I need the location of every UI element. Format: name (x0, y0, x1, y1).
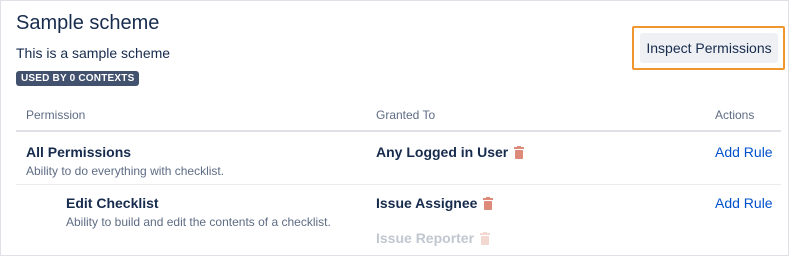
scheme-description: This is a sample scheme (16, 45, 171, 61)
add-rule-link[interactable]: Add Rule (715, 144, 773, 160)
add-rule-link[interactable]: Add Rule (715, 195, 773, 211)
permission-description: Ability to do everything with checklist. (26, 164, 225, 178)
header-actions: Actions (715, 108, 755, 122)
permission-name: Edit Checklist (66, 195, 159, 211)
trash-icon[interactable] (480, 231, 491, 245)
permission-name: All Permissions (26, 144, 132, 160)
granted-entry: Issue Assignee (376, 195, 494, 211)
scheme-title: Sample scheme (16, 12, 160, 34)
trash-icon[interactable] (514, 145, 525, 159)
granted-label: Issue Reporter (376, 230, 475, 246)
granted-entry: Any Logged in User (376, 144, 525, 160)
granted-entry: Issue Reporter (376, 230, 491, 246)
permission-description: Ability to build and edit the contents o… (66, 215, 331, 229)
header-permission: Permission (26, 108, 86, 122)
header-granted-to: Granted To (376, 108, 436, 122)
usage-badge: USED BY 0 CONTEXTS (16, 71, 140, 86)
permission-scheme-panel: Sample scheme This is a sample scheme US… (0, 0, 789, 256)
trash-icon[interactable] (483, 196, 494, 210)
header-divider (16, 130, 781, 132)
row-divider (16, 184, 781, 185)
inspect-permissions-button[interactable]: Inspect Permissions (640, 33, 778, 63)
granted-label: Any Logged in User (376, 144, 509, 160)
granted-label: Issue Assignee (376, 195, 478, 211)
